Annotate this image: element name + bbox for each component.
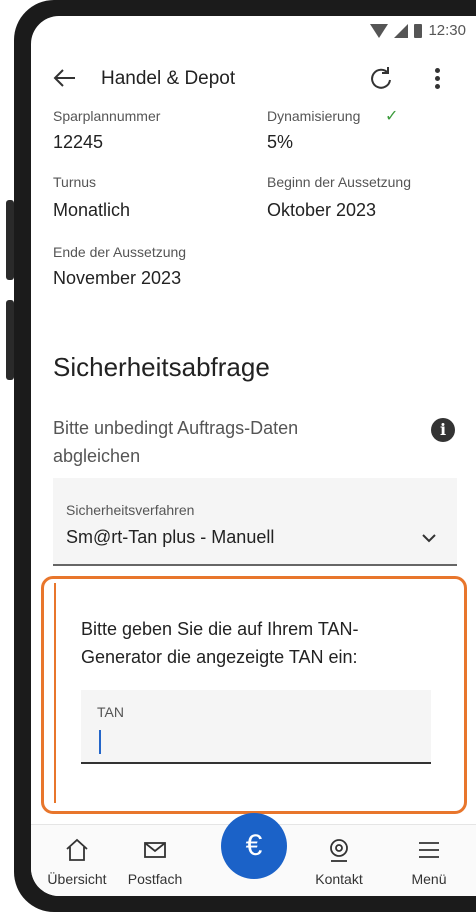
screen: 12:30 Handel & Depot Sparplannummer 1224… (31, 16, 476, 896)
section-title: Sicherheitsabfrage (53, 352, 270, 382)
nav-label-kontakt: Kontakt (315, 871, 363, 887)
nav-label-postfach: Postfach (127, 871, 183, 887)
check-icon: ✓ (385, 108, 399, 125)
home-icon (66, 838, 88, 861)
turnus-value: Monatlich (53, 200, 131, 220)
beginn-value: Oktober 2023 (267, 200, 377, 220)
mail-icon (144, 842, 166, 858)
bottom-navigation: Übersicht Postfach € Kontakt Menü (31, 813, 476, 896)
status-time: 12:30 (428, 22, 466, 39)
chevron-down-icon (422, 534, 436, 543)
turnus-label: Turnus (53, 174, 97, 190)
euro-icon: € (245, 829, 263, 862)
status-bar: 12:30 (31, 16, 476, 50)
contact-icon (330, 839, 348, 862)
volume-button (6, 200, 14, 280)
wifi-icon (370, 23, 389, 38)
sparplan-label: Sparplannummer (53, 108, 161, 124)
ende-label: Ende der Aussetzung (53, 244, 187, 260)
nav-label-uebersicht: Übersicht (47, 871, 107, 887)
page-title: Handel & Depot (101, 68, 236, 89)
nav-item-menue[interactable]: Menü (389, 825, 469, 896)
ende-value: November 2023 (53, 268, 182, 288)
euro-fab-button[interactable]: € (221, 813, 287, 879)
tan-card-accent (54, 583, 56, 803)
security-method-dropdown[interactable]: Sicherheitsverfahren Sm@rt-Tan plus - Ma… (53, 478, 457, 566)
nav-item-postfach[interactable]: Postfach (115, 825, 195, 896)
more-options-icon[interactable] (427, 64, 447, 92)
sparplan-value: 12245 (53, 132, 104, 152)
menu-icon (419, 842, 439, 858)
refresh-icon[interactable] (367, 64, 395, 92)
dropdown-label: Sicherheitsverfahren (66, 502, 195, 518)
tan-instruction: Bitte geben Sie die auf Ihrem TAN-Genera… (81, 619, 359, 667)
tan-label: TAN (97, 704, 124, 720)
nav-item-kontakt[interactable]: Kontakt (299, 825, 379, 896)
content-area: Sparplannummer 12245 Dynamisierung ✓ 5% … (31, 106, 476, 824)
power-button (6, 300, 14, 380)
nav-label-menue: Menü (411, 871, 447, 887)
dynamisierung-label: Dynamisierung (267, 108, 361, 124)
dynamisierung-value: 5% (267, 132, 294, 152)
tan-card: Bitte geben Sie die auf Ihrem TAN-Genera… (41, 576, 467, 814)
app-bar: Handel & Depot (31, 50, 476, 106)
dropdown-value: Sm@rt-Tan plus - Manuell (66, 527, 275, 547)
back-arrow-icon[interactable] (51, 64, 79, 92)
battery-icon (414, 23, 423, 38)
signal-icon (394, 23, 409, 38)
tan-input[interactable]: TAN (81, 690, 431, 764)
beginn-label: Beginn der Aussetzung (267, 174, 411, 190)
text-caret (99, 730, 101, 754)
info-icon[interactable]: i (431, 418, 455, 442)
hint-text: Bitte unbedingt Auftrags-Daten abgleiche… (53, 418, 299, 466)
nav-item-uebersicht[interactable]: Übersicht (37, 825, 117, 896)
